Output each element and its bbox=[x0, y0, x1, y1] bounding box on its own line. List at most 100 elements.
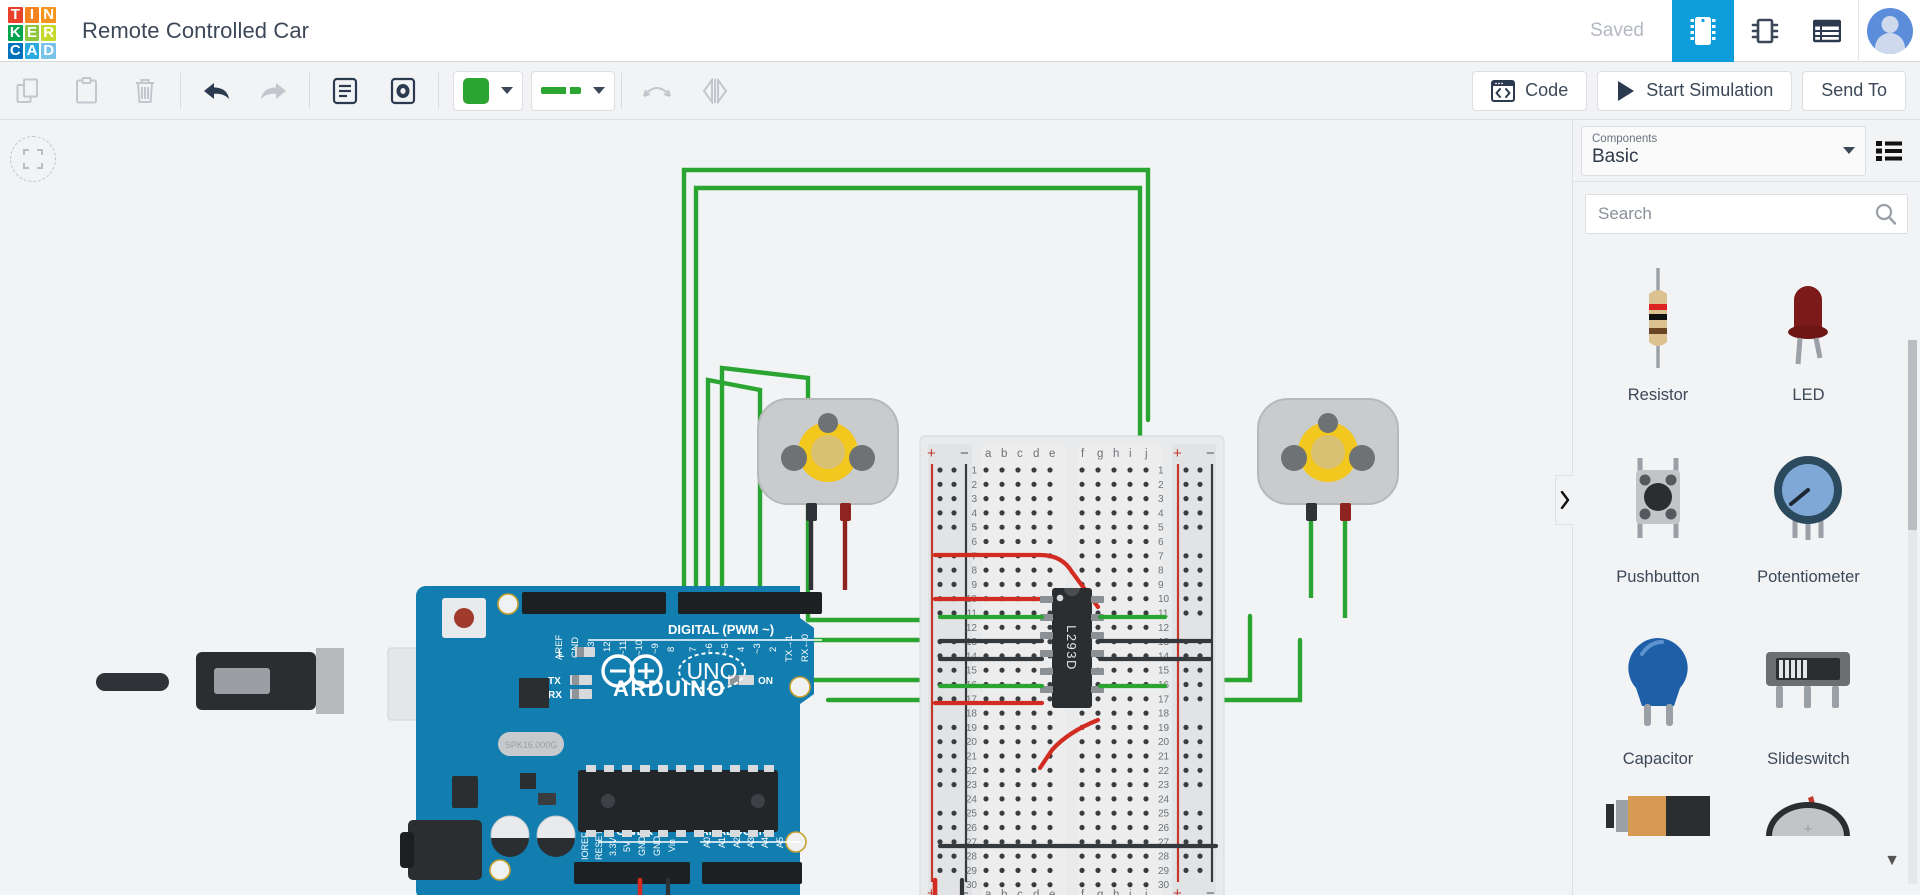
pin-label-2: 2 bbox=[768, 647, 779, 652]
svg-text:b: b bbox=[1001, 889, 1007, 895]
scroll-more-indicator[interactable]: ▼ bbox=[1884, 852, 1900, 870]
send-to-label: Send To bbox=[1821, 80, 1887, 100]
led-art bbox=[1735, 250, 1881, 386]
logo-tile-d: D bbox=[41, 41, 56, 59]
svg-text:9: 9 bbox=[1158, 580, 1164, 591]
rail-minus-bot-right: − bbox=[1206, 885, 1215, 895]
selected-collection: Basic bbox=[1592, 146, 1639, 167]
component-tile-potentiometer[interactable]: Potentiometer bbox=[1735, 432, 1881, 614]
rotate-button[interactable] bbox=[628, 62, 686, 120]
potentiometer-icon bbox=[1774, 456, 1843, 540]
logo-tile-c: C bbox=[8, 41, 23, 59]
component-tile-led[interactable]: LED bbox=[1735, 250, 1881, 432]
pin-label-10: ~10 bbox=[634, 640, 645, 656]
send-to-button[interactable]: Send To bbox=[1802, 70, 1906, 111]
components-view-button[interactable] bbox=[1734, 0, 1796, 62]
component-tile-slideswitch[interactable]: Slideswitch bbox=[1735, 614, 1881, 796]
analog-header[interactable] bbox=[702, 862, 802, 884]
edit-toolbar: Code Start Simulation Send To bbox=[0, 62, 1920, 120]
pin-label-tx1: TX→1 bbox=[784, 635, 795, 662]
profile-menu[interactable] bbox=[1858, 0, 1920, 62]
svg-text:22: 22 bbox=[1158, 766, 1170, 777]
components-grid[interactable]: Resistor LED Pushbutton Potentiometer Ca… bbox=[1573, 244, 1920, 884]
pin-label-gnd2: GND bbox=[652, 836, 662, 857]
search-input[interactable] bbox=[1586, 195, 1875, 233]
svg-text:2: 2 bbox=[1158, 480, 1164, 491]
toolbar-divider-2 bbox=[309, 72, 310, 109]
digital-header-right[interactable] bbox=[678, 592, 822, 614]
led-label-rx: RX bbox=[548, 690, 562, 701]
redo-button[interactable] bbox=[245, 62, 303, 120]
component-tile-capacitor[interactable]: Capacitor bbox=[1585, 614, 1731, 796]
rotate-icon bbox=[643, 86, 671, 97]
pin-label-3: ~3 bbox=[752, 643, 763, 654]
component-tile-coin-cell[interactable]: + bbox=[1735, 796, 1881, 884]
svg-text:29: 29 bbox=[1158, 866, 1170, 877]
svg-text:a: a bbox=[985, 448, 992, 460]
search-icon[interactable] bbox=[1875, 203, 1897, 225]
paste-button[interactable] bbox=[58, 62, 116, 120]
notes-button[interactable] bbox=[316, 62, 374, 120]
start-simulation-button[interactable]: Start Simulation bbox=[1597, 70, 1793, 111]
svg-text:26: 26 bbox=[1158, 823, 1170, 834]
mirror-button[interactable] bbox=[686, 62, 744, 120]
digital-header-left[interactable] bbox=[522, 592, 666, 614]
paste-icon bbox=[76, 77, 97, 104]
svg-text:26: 26 bbox=[966, 823, 978, 834]
arduino-uno-board[interactable]: AREF GND 13 12 ~11 ~10 ~9 8 7 ~6 ~5 4 ~3… bbox=[96, 586, 822, 895]
rail-plus-top-left: + bbox=[927, 445, 936, 462]
avatar[interactable] bbox=[1866, 7, 1913, 54]
circuit-canvas[interactable]: AREF GND 13 12 ~11 ~10 ~9 8 7 ~6 ~5 4 ~3… bbox=[0, 120, 1572, 895]
svg-text:h: h bbox=[1113, 889, 1119, 895]
circuit-diagram[interactable]: AREF GND 13 12 ~11 ~10 ~9 8 7 ~6 ~5 4 ~3… bbox=[0, 120, 1572, 895]
code-button[interactable]: Code bbox=[1472, 70, 1588, 111]
fit-view-button[interactable] bbox=[10, 136, 56, 182]
svg-text:18: 18 bbox=[1158, 709, 1170, 720]
slideswitch-icon bbox=[1766, 652, 1851, 708]
svg-text:i: i bbox=[1129, 448, 1132, 460]
chevron-right-icon bbox=[1560, 491, 1569, 509]
svg-text:j: j bbox=[1144, 889, 1148, 895]
svg-text:30: 30 bbox=[1158, 880, 1170, 891]
component-tile-resistor[interactable]: Resistor bbox=[1585, 250, 1731, 432]
chip-icon bbox=[1751, 18, 1779, 43]
dc-motor-left[interactable] bbox=[757, 398, 899, 590]
collapse-panel-button[interactable] bbox=[1555, 475, 1573, 525]
mirror-icon bbox=[702, 77, 728, 104]
digital-header-label: DIGITAL (PWM ~) bbox=[668, 622, 774, 637]
pin-label-33v: 3.3V bbox=[608, 837, 618, 856]
svg-text:20: 20 bbox=[966, 737, 978, 748]
component-tile-battery[interactable] bbox=[1585, 796, 1731, 884]
search-box[interactable] bbox=[1585, 194, 1908, 234]
copy-button[interactable] bbox=[0, 62, 58, 120]
battery-art bbox=[1585, 796, 1731, 842]
slideswitch-art bbox=[1735, 614, 1881, 750]
circuit-view-button[interactable] bbox=[1672, 0, 1734, 62]
panel-scrollbar-thumb[interactable] bbox=[1908, 340, 1917, 530]
rail-minus-top-right: − bbox=[1206, 445, 1215, 462]
logo-tile-k: K bbox=[8, 23, 23, 41]
logo-tile-t: T bbox=[8, 6, 23, 23]
circuit-board-icon bbox=[1690, 16, 1716, 45]
power-header[interactable] bbox=[574, 862, 690, 884]
component-tile-pushbutton[interactable]: Pushbutton bbox=[1585, 432, 1731, 614]
svg-text:e: e bbox=[1049, 448, 1055, 460]
dc-motor-right[interactable] bbox=[1257, 398, 1399, 618]
delete-button[interactable] bbox=[116, 62, 174, 120]
wire-color-picker[interactable] bbox=[453, 70, 523, 111]
annotation-button[interactable] bbox=[374, 62, 432, 120]
panel-list-view-button[interactable] bbox=[1866, 126, 1912, 176]
resistor-icon bbox=[1649, 268, 1667, 368]
trash-icon bbox=[136, 79, 154, 103]
document-title[interactable]: Remote Controlled Car bbox=[82, 18, 309, 44]
svg-text:5: 5 bbox=[1158, 523, 1164, 534]
undo-button[interactable] bbox=[187, 62, 245, 120]
led-label-tx: TX bbox=[548, 676, 561, 687]
svg-text:29: 29 bbox=[966, 866, 978, 877]
toolbar-actions: Code Start Simulation Send To bbox=[1462, 70, 1920, 111]
component-collection-select[interactable]: Components Basic bbox=[1581, 125, 1866, 176]
list-view-button[interactable] bbox=[1796, 0, 1858, 62]
logo-tile-r: R bbox=[41, 23, 56, 41]
tinkercad-logo[interactable]: T I N K E R C A D bbox=[4, 3, 60, 59]
wire-style-picker[interactable] bbox=[531, 70, 615, 111]
